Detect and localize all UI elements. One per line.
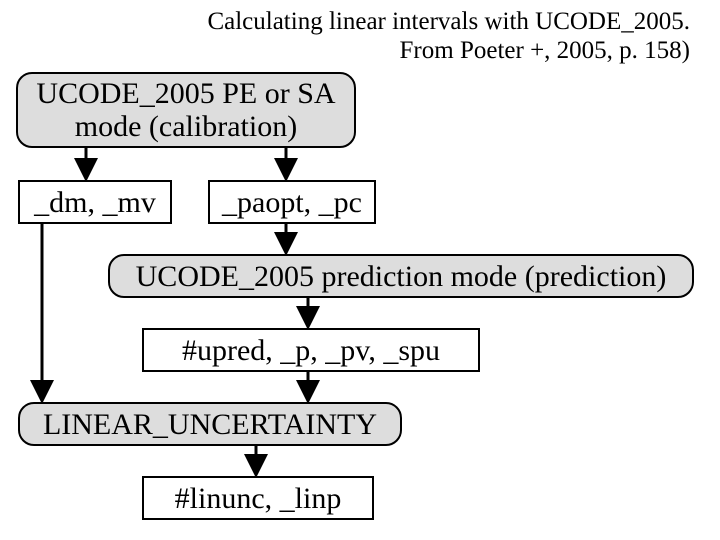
box-pe-sa-mode: UCODE_2005 PE or SA mode (calibration) [16,72,356,148]
box-dm-mv-label: _dm, _mv [34,186,156,219]
caption-line-1: Calculating linear intervals with UCODE_… [207,8,690,35]
box-prediction-label: UCODE_2005 prediction mode (prediction) [136,260,667,293]
box-linunc: #linunc, _linp [142,476,374,520]
figure-caption: Calculating linear intervals with UCODE_… [0,8,720,66]
box-upred-label: #upred, _p, _pv, _spu [182,334,440,367]
box-dm-mv: _dm, _mv [18,180,172,224]
box-paopt-pc-label: _paopt, _pc [222,186,362,219]
box-pe-sa-line2: mode (calibration) [75,110,297,143]
box-prediction-mode: UCODE_2005 prediction mode (prediction) [108,254,694,298]
caption-line-2: From Poeter +, 2005, p. 158) [400,37,690,64]
box-upred: #upred, _p, _pv, _spu [142,328,480,372]
box-pe-sa-line1: UCODE_2005 PE or SA [36,77,335,110]
box-paopt-pc: _paopt, _pc [208,180,376,224]
box-linunc-label: #linunc, _linp [175,482,342,515]
box-linear-unc-label: LINEAR_UNCERTAINTY [43,408,377,441]
box-linear-uncertainty: LINEAR_UNCERTAINTY [18,402,402,446]
